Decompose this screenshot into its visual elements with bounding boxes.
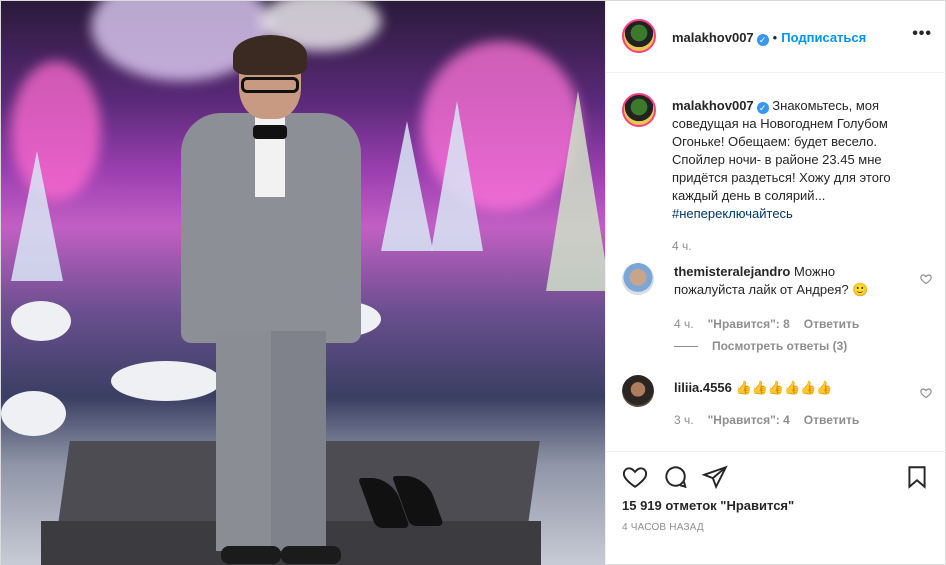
caption-text: Знакомьтесь, моя соведущая на Новогоднем… (672, 98, 891, 203)
comment-time[interactable]: 3 ч. (674, 413, 694, 427)
comment-likes[interactable]: "Нравится": 8 (708, 317, 790, 331)
verified-badge-icon: ✓ (756, 102, 769, 114)
view-replies-label[interactable]: Посмотреть ответы (3) (712, 339, 847, 353)
glasses (241, 77, 299, 93)
host-figure (171, 35, 361, 564)
comment-likes[interactable]: "Нравится": 4 (708, 413, 790, 427)
post-time[interactable]: 4 ЧАСОВ НАЗАД (622, 522, 704, 533)
reply-button[interactable]: Ответить (804, 413, 859, 427)
christmas-tree (11, 151, 63, 281)
post-photo[interactable] (1, 1, 605, 565)
comment-body: themisteralejandro Можно пожалуйста лайк… (674, 263, 904, 299)
caption-username[interactable]: malakhov007 (672, 98, 754, 113)
comment-meta: 3 ч. "Нравится": 4 Ответить (674, 413, 859, 427)
high-heels (357, 476, 445, 531)
header-row: malakhov007 ✓ • Подписаться (672, 30, 866, 46)
author-avatar[interactable] (622, 19, 656, 53)
view-replies[interactable]: Посмотреть ответы (3) (674, 339, 847, 353)
verified-badge-icon: ✓ (756, 34, 769, 46)
comment: themisteralejandro Можно пожалуйста лайк… (622, 263, 932, 353)
post-actions: 15 919 отметок "Нравится" 4 ЧАСОВ НАЗАД (606, 451, 946, 565)
caption-avatar[interactable] (622, 93, 656, 127)
reply-line (674, 346, 698, 348)
caption-time[interactable]: 4 ч. (672, 239, 922, 253)
post-sidebar: malakhov007 ✓ • Подписаться ••• malakhov007… (605, 1, 946, 565)
comment-username[interactable]: themisteralejandro (674, 264, 790, 279)
separator-dot: • (772, 30, 778, 45)
trousers-left (216, 331, 271, 551)
instagram-post: malakhov007 ✓ • Подписаться ••• malakhov007… (0, 0, 946, 565)
caption-hashtag[interactable]: #непереключайтесь (672, 206, 793, 221)
comment: liliia.4556 👍👍👍👍👍👍 3 ч. "Нравится": 4 Отве… (622, 375, 932, 431)
bookmark-icon[interactable] (904, 464, 930, 490)
author-username[interactable]: malakhov007 (672, 30, 754, 45)
caption: malakhov007 ✓ Знакомьтесь, моя соведущая … (672, 97, 922, 253)
heart-icon[interactable] (622, 464, 648, 490)
likes-count[interactable]: 15 919 отметок "Нравится" (622, 498, 794, 513)
comment-text: 👍👍👍👍👍👍 (735, 380, 833, 395)
audience-table (1, 391, 66, 436)
shoe-left (221, 546, 281, 564)
share-icon[interactable] (701, 464, 728, 490)
comment-username[interactable]: liliia.4556 (674, 380, 732, 395)
follow-button[interactable]: Подписаться (781, 30, 866, 45)
comment-heart-icon[interactable] (920, 387, 932, 399)
comment-time[interactable]: 4 ч. (674, 317, 694, 331)
comment-icon[interactable] (662, 464, 688, 490)
hair (233, 35, 307, 75)
commenter-avatar[interactable] (622, 263, 654, 295)
post-header: malakhov007 ✓ • Подписаться ••• (606, 1, 946, 73)
reply-button[interactable]: Ответить (804, 317, 859, 331)
trousers-right (271, 331, 326, 551)
audience-table (11, 301, 71, 341)
christmas-tree (546, 91, 605, 291)
comment-meta: 4 ч. "Нравится": 8 Ответить (674, 317, 859, 331)
bow-tie (253, 125, 287, 139)
comment-body: liliia.4556 👍👍👍👍👍👍 (674, 379, 904, 397)
comment-heart-icon[interactable] (920, 273, 932, 285)
christmas-tree (431, 101, 483, 251)
shoe-right (281, 546, 341, 564)
christmas-tree (381, 121, 433, 251)
more-options-icon[interactable]: ••• (912, 25, 932, 43)
commenter-avatar[interactable] (622, 375, 654, 407)
